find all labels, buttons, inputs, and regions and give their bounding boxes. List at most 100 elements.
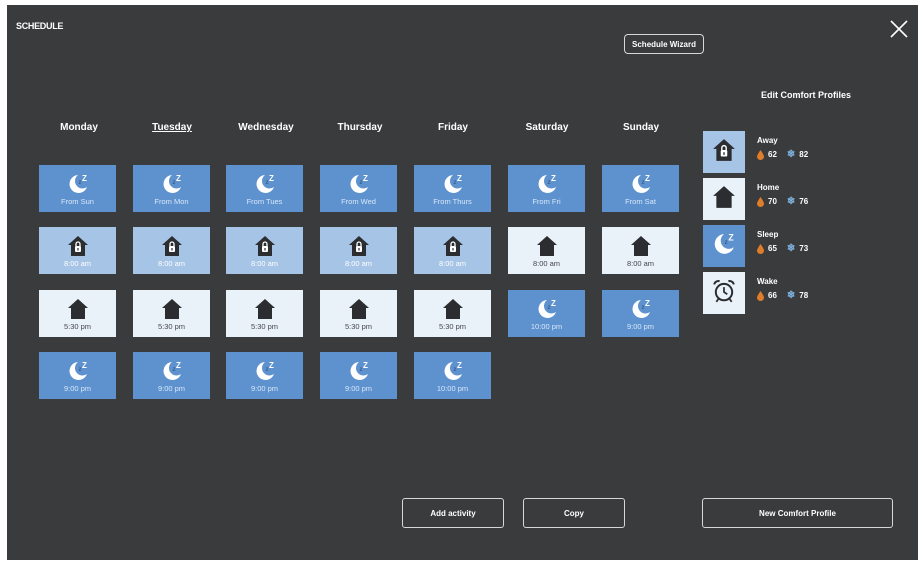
schedule-slot-wednesday-2[interactable]: 8:00 am (226, 227, 303, 274)
schedule-slot-label: 8:00 am (532, 259, 561, 268)
profile-away-name: Away (757, 136, 778, 145)
schedule-slot-thursday-4[interactable]: z Z 9:00 pm (320, 352, 397, 399)
schedule-slot-wednesday-4[interactable]: z Z 9:00 pm (226, 352, 303, 399)
house-icon (67, 297, 89, 321)
schedule-slot-thursday-1[interactable]: z Z From Wed (320, 165, 397, 212)
schedule-slot-friday-4[interactable]: z Z 10:00 pm (414, 352, 491, 399)
copy-button[interactable]: Copy (523, 498, 625, 528)
moon-zz-icon: zZ (254, 359, 276, 383)
svg-text:Z: Z (269, 361, 274, 370)
moon-zz-icon: zZ (630, 172, 652, 196)
profile-wake-button[interactable] (703, 272, 745, 314)
heat-drop-icon (757, 243, 764, 254)
schedule-slot-label: 9:00 pm (626, 322, 655, 331)
svg-text:Z: Z (363, 361, 368, 370)
schedule-slot-label: From Thurs (433, 197, 472, 206)
day-header-tuesday[interactable]: Tuesday (132, 122, 212, 133)
schedule-slot-monday-1[interactable]: z Z From Sun (39, 165, 116, 212)
profile-wake-name: Wake (757, 277, 778, 286)
close-icon (890, 20, 908, 38)
comfort-profiles-title: Edit Comfort Profiles (761, 90, 852, 100)
schedule-slot-wednesday-1[interactable]: z Z From Tues (226, 165, 303, 212)
profile-away-temps: 62 ❄ 82 (757, 149, 808, 160)
svg-text:Z: Z (457, 361, 462, 370)
schedule-slot-label: 8:00 am (250, 259, 279, 268)
house-icon (161, 297, 183, 321)
schedule-slot-label: From Fri (532, 197, 561, 206)
house-icon (536, 234, 558, 258)
schedule-slot-label: 8:00 am (438, 259, 467, 268)
schedule-slot-label: 10:00 pm (530, 322, 563, 331)
profile-sleep-name: Sleep (757, 230, 779, 239)
svg-text:Z: Z (82, 174, 87, 183)
schedule-slot-label: From Tues (246, 197, 283, 206)
schedule-slot-saturday-3[interactable]: z Z 10:00 pm (508, 290, 585, 337)
schedule-slot-monday-4[interactable]: z Z 9:00 pm (39, 352, 116, 399)
moon-zz-icon: zZ (536, 297, 558, 321)
svg-text:Z: Z (176, 174, 181, 183)
svg-text:Z: Z (82, 361, 87, 370)
lock-house-icon (161, 234, 183, 258)
snowflake-icon: ❄ (786, 290, 796, 301)
profile-sleep-button[interactable]: zZ (703, 225, 745, 267)
schedule-slot-wednesday-3[interactable]: 5:30 pm (226, 290, 303, 337)
schedule-slot-sunday-3[interactable]: z Z 9:00 pm (602, 290, 679, 337)
lock-house-icon (712, 138, 736, 167)
new-comfort-profile-button[interactable]: New Comfort Profile (702, 498, 893, 528)
schedule-slot-monday-3[interactable]: 5:30 pm (39, 290, 116, 337)
schedule-slot-saturday-2[interactable]: 8:00 am (508, 227, 585, 274)
day-header-friday[interactable]: Friday (413, 122, 493, 133)
day-header-sunday[interactable]: Sunday (601, 122, 681, 133)
house-icon (442, 297, 464, 321)
schedule-slot-tuesday-4[interactable]: z Z 9:00 pm (133, 352, 210, 399)
house-icon (348, 297, 370, 321)
moon-zz-icon: zZ (536, 172, 558, 196)
profile-sleep-temps: 65 ❄ 73 (757, 243, 808, 254)
snowflake-icon: ❄ (786, 196, 796, 207)
day-header-wednesday[interactable]: Wednesday (226, 122, 306, 133)
day-header-monday[interactable]: Monday (39, 122, 119, 133)
schedule-slot-label: 9:00 pm (250, 384, 279, 393)
schedule-slot-sunday-1[interactable]: z Z From Sat (602, 165, 679, 212)
schedule-slot-sunday-2[interactable]: 8:00 am (602, 227, 679, 274)
schedule-slot-tuesday-2[interactable]: 8:00 am (133, 227, 210, 274)
profile-home-temps: 70 ❄ 76 (757, 196, 808, 207)
schedule-slot-thursday-3[interactable]: 5:30 pm (320, 290, 397, 337)
add-activity-button[interactable]: Add activity (402, 498, 504, 528)
svg-text:Z: Z (457, 174, 462, 183)
schedule-slot-label: 8:00 am (626, 259, 655, 268)
profile-away-button[interactable] (703, 131, 745, 173)
schedule-slot-tuesday-3[interactable]: 5:30 pm (133, 290, 210, 337)
schedule-slot-label: 9:00 pm (157, 384, 186, 393)
heat-drop-icon (757, 149, 764, 160)
schedule-slot-saturday-1[interactable]: z Z From Fri (508, 165, 585, 212)
schedule-slot-label: From Mon (154, 197, 189, 206)
day-header-saturday[interactable]: Saturday (507, 122, 587, 133)
svg-text:Z: Z (728, 232, 734, 242)
close-button[interactable] (888, 18, 910, 40)
profile-home-button[interactable] (703, 178, 745, 220)
house-icon (630, 234, 652, 258)
heat-drop-icon (757, 290, 764, 301)
moon-zz-icon: zZ (442, 359, 464, 383)
day-header-thursday[interactable]: Thursday (320, 122, 400, 133)
cool-setpoint: 73 (799, 244, 809, 253)
schedule-slot-tuesday-1[interactable]: z Z From Mon (133, 165, 210, 212)
heat-setpoint: 66 (768, 291, 777, 300)
schedule-slot-label: 5:30 pm (344, 322, 373, 331)
schedule-slot-label: 8:00 am (344, 259, 373, 268)
cool-setpoint: 82 (799, 150, 809, 159)
moon-zz-icon: zZ (161, 359, 183, 383)
house-icon (254, 297, 276, 321)
schedule-slot-monday-2[interactable]: 8:00 am (39, 227, 116, 274)
schedule-slot-label: 5:30 pm (438, 322, 467, 331)
page-title: SCHEDULE (16, 21, 64, 31)
schedule-slot-friday-1[interactable]: z Z From Thurs (414, 165, 491, 212)
schedule-slot-friday-3[interactable]: 5:30 pm (414, 290, 491, 337)
house-icon (712, 185, 736, 214)
schedule-slot-label: From Sat (625, 197, 656, 206)
moon-zz-icon: zZ (630, 297, 652, 321)
schedule-slot-friday-2[interactable]: 8:00 am (414, 227, 491, 274)
schedule-slot-thursday-2[interactable]: 8:00 am (320, 227, 397, 274)
schedule-wizard-button[interactable]: Schedule Wizard (624, 34, 704, 54)
